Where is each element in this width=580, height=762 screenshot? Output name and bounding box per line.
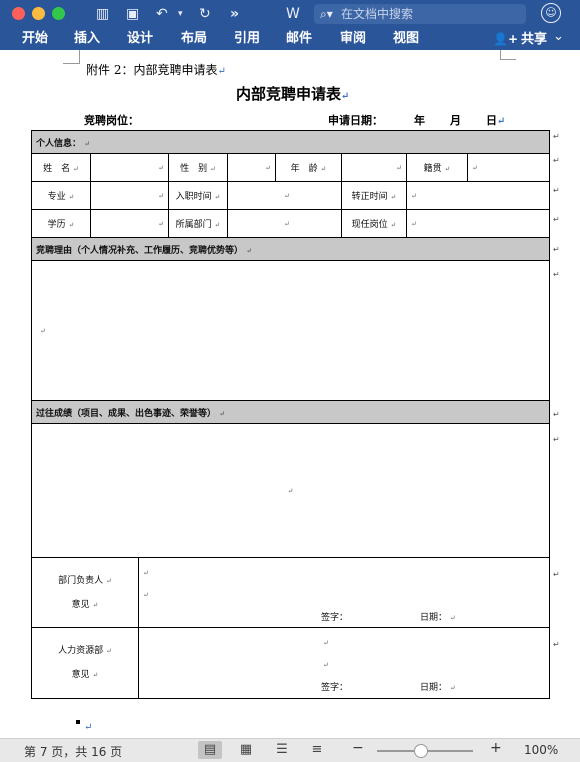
add-person-icon: 👤+ — [493, 32, 518, 46]
department-label: 所属部门 ↵ — [168, 209, 228, 238]
attachment-line: 附件 2：内部竞聘申请表↵ — [86, 63, 226, 77]
outline-view-icon[interactable]: ☰ — [270, 741, 294, 759]
sidebar-icon[interactable]: ▥ — [96, 5, 109, 23]
current-post-value-cell[interactable]: ↵ — [405, 209, 551, 238]
dept-head-opinion-label: 部门负责人 ↵ 意见 ↵ — [31, 557, 139, 628]
row-end-mark: ↵ — [553, 156, 560, 165]
share-button[interactable]: 👤+ 共享 — [493, 30, 547, 49]
margin-mark — [63, 63, 79, 64]
dept-head-date-label: 日期： — [420, 613, 448, 623]
tab-insert[interactable]: 插入 — [74, 30, 100, 48]
age-label: 年 龄 ↵ — [275, 153, 342, 182]
margin-mark — [500, 59, 516, 60]
hr-date-label: 日期： — [420, 683, 448, 693]
share-label: 共享 — [521, 32, 548, 47]
application-form-table: 个人信息： ↵ 姓 名 ↵ ↵ 性 别 ↵ ↵ 年 龄 ↵ ↵ 籍贯 ↵ ↵ 专… — [30, 130, 551, 699]
close-window-button[interactable] — [12, 7, 25, 20]
row-end-mark: ↵ — [553, 270, 560, 279]
regular-date-value-cell[interactable]: ↵ — [405, 181, 551, 210]
more-icon[interactable]: » — [230, 5, 239, 23]
title-bar: ▥ ▣ ↶ ▾ ↻ » W ⌕▾ 在文档中搜索 ☺ — [0, 0, 580, 28]
margin-mark — [79, 50, 80, 64]
education-label: 学历 ↵ — [31, 209, 91, 238]
tab-design[interactable]: 设计 — [127, 30, 153, 48]
join-date-label: 入职时间 ↵ — [168, 181, 228, 210]
word-icon: W — [286, 6, 300, 22]
row-end-mark: ↵ — [553, 132, 560, 141]
zoom-out-button[interactable]: − — [352, 740, 364, 756]
achievements-text-area[interactable]: ↵ — [30, 423, 551, 558]
search-icon: ⌕▾ — [320, 7, 333, 21]
row-end-mark: ↵ — [553, 245, 560, 254]
document-page[interactable]: 附件 2：内部竞聘申请表↵ 内部竞聘申请表↵ 竞聘岗位： 申请日期： 年 月 日… — [0, 50, 580, 738]
row-end-mark: ↵ — [553, 570, 560, 579]
major-label: 专业 ↵ — [31, 181, 91, 210]
regular-date-label: 转正时间 ↵ — [341, 181, 407, 210]
name-value-cell[interactable]: ↵ — [90, 153, 169, 182]
tab-layout[interactable]: 布局 — [181, 30, 207, 48]
section-personal-info: 个人信息： ↵ — [30, 130, 551, 154]
status-bar: 第 7 页，共 16 页 ▤ ▦ ☰ ≡ − + 100% — [0, 738, 580, 762]
draft-view-icon[interactable]: ≡ — [305, 741, 329, 759]
join-date-value-cell[interactable]: ↵ — [227, 181, 342, 210]
feedback-icon[interactable]: ☺ — [541, 3, 561, 23]
current-post-label: 现任岗位 ↵ — [341, 209, 407, 238]
tab-mailings[interactable]: 邮件 — [286, 30, 312, 48]
dept-head-opinion-cell[interactable]: ↵ ↵ 签字： 日期： ↵ — [137, 557, 551, 628]
zoom-level[interactable]: 100% — [524, 743, 558, 757]
native-place-label: 籍贯 ↵ — [406, 153, 468, 182]
tab-review[interactable]: 审阅 — [340, 30, 366, 48]
search-input[interactable]: 在文档中搜索 — [341, 4, 413, 24]
save-icon[interactable]: ▣ — [126, 5, 139, 23]
web-layout-icon[interactable]: ▦ — [234, 741, 258, 759]
date-month: 月 — [450, 114, 461, 127]
dept-head-signature-label: 签字： — [321, 613, 349, 623]
row-end-mark: ↵ — [553, 410, 560, 419]
apply-date-label: 申请日期： — [328, 114, 383, 127]
print-layout-icon[interactable]: ▤ — [198, 741, 222, 759]
hr-signature-label: 签字： — [321, 683, 349, 693]
ribbon-tabs: 开始 插入 设计 布局 引用 邮件 审阅 视图 👤+ 共享 ⌄ — [0, 28, 580, 50]
department-value-cell[interactable]: ↵ — [227, 209, 342, 238]
trailing-para-mark: ↵ — [84, 722, 93, 733]
age-value-cell[interactable]: ↵ — [341, 153, 407, 182]
page-count[interactable]: 第 7 页，共 16 页 — [24, 743, 122, 760]
row-end-mark: ↵ — [553, 640, 560, 649]
tab-references[interactable]: 引用 — [234, 30, 260, 48]
tab-home[interactable]: 开始 — [22, 30, 48, 48]
section-achievements: 过往成绩（项目、成果、出色事迹、荣誉等） ↵ — [30, 400, 551, 424]
undo-dropdown-icon[interactable]: ▾ — [178, 5, 183, 23]
native-place-value-cell[interactable]: ↵ — [466, 153, 551, 182]
document-search[interactable]: ⌕▾ 在文档中搜索 — [314, 4, 526, 24]
page-title: 内部竞聘申请表↵ — [236, 85, 350, 103]
zoom-slider-handle[interactable] — [414, 744, 429, 758]
redo-icon[interactable]: ↻ — [199, 5, 211, 23]
row-end-mark: ↵ — [553, 215, 560, 224]
gender-value-cell[interactable]: ↵ — [227, 153, 276, 182]
name-label: 姓 名 ↵ — [31, 153, 91, 182]
hr-opinion-label: 人力资源部 ↵ 意见 ↵ — [31, 627, 139, 699]
tab-view[interactable]: 视图 — [393, 30, 419, 48]
minimize-window-button[interactable] — [32, 7, 45, 20]
reason-text-area[interactable]: ↵ — [30, 260, 551, 401]
date-day: 日↵ — [486, 114, 506, 127]
zoom-in-button[interactable]: + — [490, 740, 502, 756]
section-reason: 竞聘理由（个人情况补充、工作履历、竞聘优势等） ↵ — [30, 237, 551, 261]
undo-icon[interactable]: ↶ — [156, 5, 168, 23]
paragraph-bullet — [76, 720, 80, 724]
date-year: 年 — [414, 114, 425, 127]
gender-label: 性 别 ↵ — [168, 153, 228, 182]
row-end-mark: ↵ — [553, 186, 560, 195]
education-value-cell[interactable]: ↵ — [90, 209, 169, 238]
zoom-window-button[interactable] — [52, 7, 65, 20]
row-end-mark: ↵ — [553, 435, 560, 444]
collapse-ribbon-icon[interactable]: ⌄ — [553, 29, 564, 44]
position-label: 竞聘岗位： — [84, 114, 139, 127]
hr-opinion-cell[interactable]: ↵ ↵ 签字： 日期： ↵ — [137, 627, 551, 699]
major-value-cell[interactable]: ↵ — [90, 181, 169, 210]
